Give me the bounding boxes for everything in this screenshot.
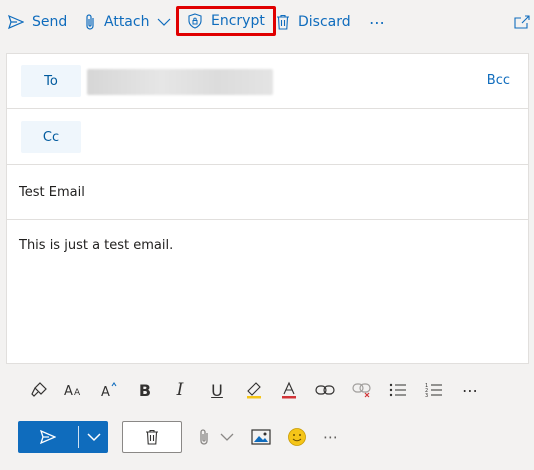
paperclip-icon [200,429,208,445]
send-label: Send [32,14,68,30]
subject-row[interactable]: Test Email [7,165,528,220]
to-row: To Bcc [7,54,528,109]
italic-icon[interactable]: I [168,378,192,402]
svg-text:A: A [64,384,73,398]
attach-label: Attach [104,14,150,30]
redacted-recipient[interactable] [87,69,273,95]
shield-lock-icon [188,13,202,29]
send-command[interactable]: Send [8,0,67,44]
chevron-down-icon[interactable] [157,17,171,27]
more-actions-button[interactable]: ⋯ [369,0,386,44]
trash-icon [277,14,289,30]
format-painter-icon[interactable] [27,378,51,402]
bcc-button[interactable]: Bcc [487,73,510,88]
cc-button[interactable]: Cc [21,121,81,153]
send-icon [8,14,24,30]
insert-link-icon[interactable] [313,378,337,402]
pop-out-icon [514,15,530,29]
discard-button[interactable] [122,421,182,453]
svg-text:3: 3 [425,393,428,398]
insert-picture-button[interactable] [251,426,271,448]
discard-command[interactable]: Discard [276,0,351,44]
font-color-icon[interactable] [277,378,301,402]
send-divider [78,426,79,448]
cc-row: Cc [7,109,528,165]
chevron-down-icon [220,433,234,441]
attach-command[interactable]: Attach [84,0,171,44]
image-icon [251,429,271,445]
encrypt-label: Encrypt [211,13,265,29]
trash-icon [146,429,158,445]
remove-link-icon[interactable] [350,378,374,402]
attach-file-button[interactable] [198,426,210,448]
to-button[interactable]: To [21,65,81,97]
emoji-icon [288,428,306,446]
highlight-icon[interactable] [242,378,266,402]
font-size-icon[interactable]: AA [61,378,85,402]
more-options-icon[interactable]: ⋯ [458,378,482,402]
subject-field[interactable]: Test Email [19,185,85,200]
bold-icon[interactable]: B [133,378,157,402]
grow-font-icon[interactable]: A [98,378,122,402]
more-options-icon[interactable]: ⋯ [323,426,338,448]
discard-label: Discard [298,14,351,30]
encrypt-command[interactable]: Encrypt [176,6,276,36]
message-body-text[interactable]: This is just a test email. [19,238,173,253]
svg-text:A: A [74,388,81,398]
more-icon: ⋯ [369,12,386,32]
emoji-button[interactable] [287,426,307,448]
send-icon [40,430,56,444]
send-main-button[interactable] [18,421,78,453]
attach-dropdown-button[interactable] [220,426,234,448]
formatting-toolbar: AA A B I U 123 ⋯ [0,370,534,410]
send-options-button[interactable] [79,421,108,453]
bottom-action-bar: ⋯ [0,416,534,470]
underline-icon[interactable]: U [205,378,229,402]
send-button[interactable] [18,421,108,453]
bullets-icon[interactable] [386,378,410,402]
numbering-icon[interactable]: 123 [422,378,446,402]
svg-text:A: A [101,385,110,399]
paperclip-icon [86,14,94,30]
command-bar: Send Attach Encrypt Discard ⋯ [0,0,534,44]
pop-out-button[interactable] [514,0,530,44]
compose-panel: To Bcc Cc Test Email This is just a test… [6,53,529,364]
chevron-down-icon [86,433,101,442]
